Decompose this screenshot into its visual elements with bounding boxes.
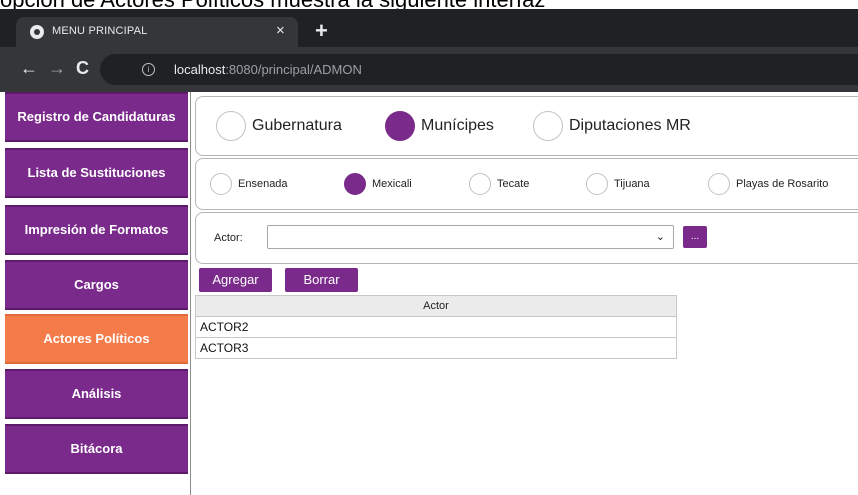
url-host: localhost xyxy=(174,62,226,77)
chevron-down-icon: ⌄ xyxy=(655,231,665,243)
main-content: Gubernatura Munícipes Diputaciones MR En… xyxy=(190,92,858,495)
favicon-icon xyxy=(30,25,44,39)
radio-ensenada[interactable]: Ensenada xyxy=(210,173,288,195)
table-cell[interactable]: ACTOR3 xyxy=(195,337,677,359)
url-text: localhost:8080/principal/ADMON xyxy=(174,62,362,77)
forward-arrow-icon[interactable]: → xyxy=(48,57,66,79)
address-bar: ← → C i localhost:8080/principal/ADMON xyxy=(0,47,858,92)
table-row[interactable]: ACTOR2 xyxy=(195,316,677,338)
sidebar-item-label: Registro de Candidaturas xyxy=(17,109,176,124)
radio-circle xyxy=(533,111,563,141)
column-header-actor[interactable]: Actor xyxy=(195,295,677,317)
radio-label: Ensenada xyxy=(238,178,288,190)
table-cell[interactable]: ACTOR2 xyxy=(195,316,677,338)
radio-municipes[interactable]: Munícipes xyxy=(385,111,494,141)
browser-tab[interactable]: MENU PRINCIPAL × xyxy=(16,17,298,47)
sidebar-item-label: Lista de Sustituciones xyxy=(27,165,166,180)
radio-label: Diputaciones MR xyxy=(569,117,691,134)
radio-diputaciones-mr[interactable]: Diputaciones MR xyxy=(533,111,691,141)
sidebar-item-impresion-formatos[interactable]: Impresión de Formatos xyxy=(5,205,188,255)
table-header-row: Actor xyxy=(195,295,677,317)
radio-label: Tijuana xyxy=(614,178,650,190)
url-field[interactable]: i localhost:8080/principal/ADMON xyxy=(100,54,858,85)
sidebar-item-registro-candidaturas[interactable]: Registro de Candidaturas xyxy=(5,92,188,142)
page-caption: opción de Actores Políticos muestra la s… xyxy=(0,0,858,9)
sidebar-item-lista-sustituciones[interactable]: Lista de Sustituciones xyxy=(5,148,188,198)
radio-circle xyxy=(469,173,491,195)
sidebar-item-label: Actores Políticos xyxy=(43,331,150,346)
actor-select[interactable]: ⌄ xyxy=(267,225,674,249)
add-button[interactable]: Agregar xyxy=(199,268,272,292)
radio-label: Tecate xyxy=(497,178,530,190)
sidebar-item-actores-politicos[interactable]: Actores Políticos xyxy=(5,314,188,364)
sidebar-item-bitacora[interactable]: Bitácora xyxy=(5,424,188,474)
radio-circle xyxy=(216,111,246,141)
municipality-group: Ensenada Mexicali Tecate Tijuana Playas … xyxy=(195,158,858,210)
radio-mexicali[interactable]: Mexicali xyxy=(344,173,412,195)
new-tab-icon[interactable]: + xyxy=(315,20,328,42)
radio-playas-de-rosarito[interactable]: Playas de Rosarito xyxy=(708,173,828,195)
sidebar-item-label: Bitácora xyxy=(70,441,123,456)
more-options-button[interactable]: ... xyxy=(683,226,707,248)
sidebar-item-label: Impresión de Formatos xyxy=(24,222,169,237)
sidebar-item-analisis[interactable]: Análisis xyxy=(5,369,188,419)
actor-label: Actor: xyxy=(214,232,243,244)
sidebar-item-label: Análisis xyxy=(71,386,122,401)
election-type-group: Gubernatura Munícipes Diputaciones MR xyxy=(195,96,858,156)
close-tab-icon[interactable]: × xyxy=(276,22,285,40)
back-arrow-icon[interactable]: ← xyxy=(20,57,38,79)
radio-label: Playas de Rosarito xyxy=(736,178,829,190)
tab-title: MENU PRINCIPAL xyxy=(52,25,148,37)
sidebar-menu: Registro de Candidaturas Lista de Sustit… xyxy=(5,92,188,482)
radio-circle xyxy=(708,173,730,195)
radio-label: Gubernatura xyxy=(252,117,342,134)
browser-tab-bar: MENU PRINCIPAL × + xyxy=(0,9,858,47)
info-icon[interactable]: i xyxy=(142,63,155,76)
radio-circle xyxy=(210,173,232,195)
radio-circle-selected xyxy=(344,173,366,195)
radio-label: Mexicali xyxy=(372,178,412,190)
radio-circle xyxy=(586,173,608,195)
radio-circle-selected xyxy=(385,111,415,141)
radio-gubernatura[interactable]: Gubernatura xyxy=(216,111,342,141)
url-path: :8080/principal/ADMON xyxy=(225,62,362,77)
radio-tecate[interactable]: Tecate xyxy=(469,173,529,195)
sidebar-item-cargos[interactable]: Cargos xyxy=(5,260,188,310)
actor-selection-group: Actor: ⌄ ... xyxy=(195,212,858,264)
radio-label: Munícipes xyxy=(421,117,494,134)
delete-button[interactable]: Borrar xyxy=(285,268,358,292)
actors-table: Actor ACTOR2 ACTOR3 xyxy=(195,295,677,359)
sidebar-item-label: Cargos xyxy=(74,277,119,292)
table-row[interactable]: ACTOR3 xyxy=(195,337,677,359)
radio-tijuana[interactable]: Tijuana xyxy=(586,173,650,195)
reload-icon[interactable]: C xyxy=(76,57,89,79)
